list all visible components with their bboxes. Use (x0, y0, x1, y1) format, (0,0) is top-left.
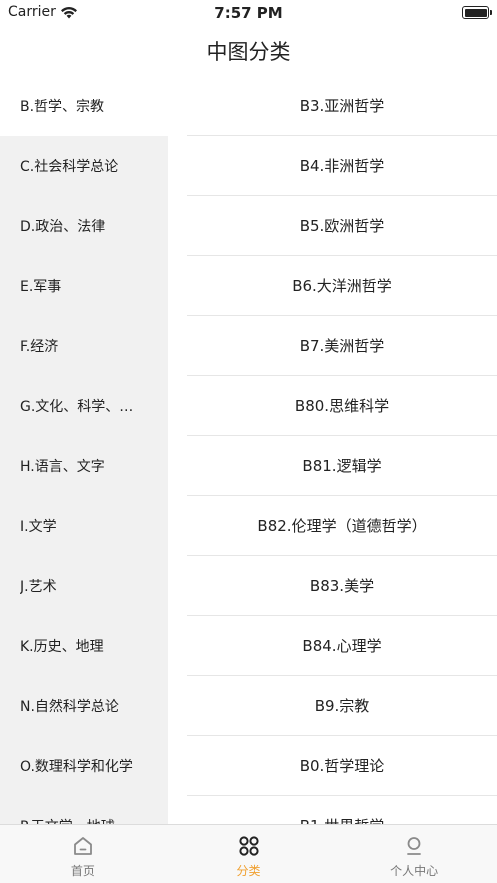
status-time: 7:57 PM (214, 4, 283, 22)
home-icon (73, 837, 92, 855)
category-item[interactable]: D.政治、法律 (0, 196, 168, 256)
category-item[interactable]: I.文学 (0, 496, 168, 556)
category-item[interactable]: F.经济 (0, 316, 168, 376)
tab-home[interactable]: 首页 (0, 825, 166, 883)
subcategory-list[interactable]: B3.亚洲哲学 B4.非洲哲学 B5.欧洲哲学 B6.大洋洲哲学 B7.美洲哲学… (187, 76, 497, 824)
category-item[interactable]: H.语言、文字 (0, 436, 168, 496)
battery-icon (462, 6, 492, 19)
category-item[interactable]: C.社会科学总论 (0, 136, 168, 196)
category-item[interactable]: N.自然科学总论 (0, 676, 168, 736)
tab-category-label: 分类 (236, 864, 261, 878)
category-content: B.哲学、宗教 C.社会科学总论 D.政治、法律 E.军事 F.经济 G.文化、… (0, 76, 497, 824)
category-item[interactable]: J.艺术 (0, 556, 168, 616)
subcategory-item[interactable]: B80.思维科学 (187, 376, 497, 436)
subcategory-item[interactable]: B4.非洲哲学 (187, 136, 497, 196)
status-bar: Carrier 7:57 PM (0, 0, 497, 26)
subcategory-item[interactable]: B81.逻辑学 (187, 436, 497, 496)
category-item[interactable]: O.数理科学和化学 (0, 736, 168, 796)
subcategory-item[interactable]: B83.美学 (187, 556, 497, 616)
tab-bar: 首页 分类 个人中心 (0, 824, 497, 883)
subcategory-item[interactable]: B9.宗教 (187, 676, 497, 736)
category-item[interactable]: E.军事 (0, 256, 168, 316)
tab-profile-label: 个人中心 (390, 864, 439, 878)
subcategory-item[interactable]: B6.大洋洲哲学 (187, 256, 497, 316)
subcategory-item[interactable]: B0.哲学理论 (187, 736, 497, 796)
tab-category[interactable]: 分类 (166, 825, 332, 883)
tab-home-label: 首页 (70, 864, 95, 878)
category-item[interactable]: K.历史、地理 (0, 616, 168, 676)
user-icon (407, 837, 422, 855)
category-item[interactable]: P.天文学、地球 (0, 796, 168, 824)
category-item[interactable]: B.哲学、宗教 (0, 76, 168, 136)
subcategory-item[interactable]: B7.美洲哲学 (187, 316, 497, 376)
tab-profile[interactable]: 个人中心 (331, 825, 497, 883)
subcategory-item[interactable]: B1.世界哲学 (187, 796, 497, 824)
category-sidebar[interactable]: B.哲学、宗教 C.社会科学总论 D.政治、法律 E.军事 F.经济 G.文化、… (0, 76, 168, 824)
category-grid-icon (238, 836, 259, 856)
category-item[interactable]: G.文化、科学、… (0, 376, 168, 436)
subcategory-item[interactable]: B82.伦理学（道德哲学） (187, 496, 497, 556)
subcategory-item[interactable]: B5.欧洲哲学 (187, 196, 497, 256)
page-title: 中图分类 (206, 40, 291, 64)
subcategory-item[interactable]: B84.心理学 (187, 616, 497, 676)
subcategory-item[interactable]: B3.亚洲哲学 (187, 76, 497, 136)
